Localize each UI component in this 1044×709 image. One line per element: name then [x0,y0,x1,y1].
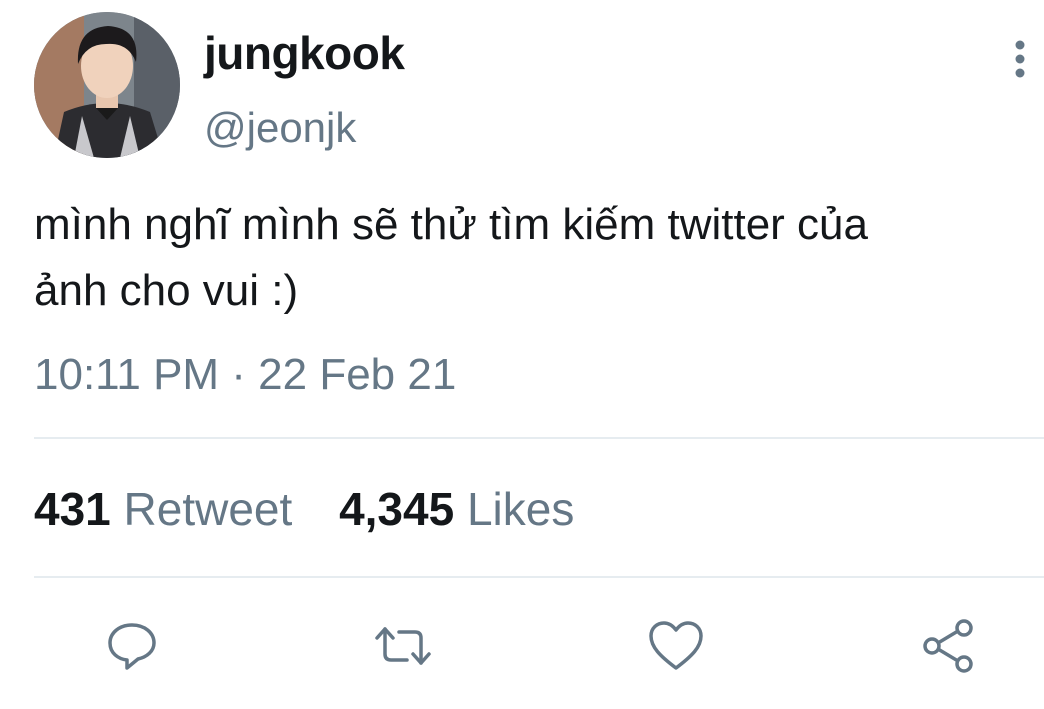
more-options-button[interactable] [1000,38,1040,80]
reply-icon [108,623,156,670]
avatar[interactable] [34,12,180,158]
more-vertical-icon [1015,40,1025,78]
author-handle[interactable]: @jeonjk [204,104,356,152]
tweet-timestamp[interactable]: 10:11 PM · 22 Feb 21 [34,350,456,400]
retweet-count: 431 [34,483,111,535]
tweet-text: mình nghĩ mình sẽ thử tìm kiếm twitter c… [34,192,1024,324]
share-icon [923,619,973,673]
share-button[interactable] [916,614,980,678]
like-button[interactable] [644,614,708,678]
retweet-icon [375,627,431,665]
divider [34,576,1044,578]
profile-photo-image [34,12,180,158]
likes-count: 4,345 [339,483,455,535]
retweet-count-link[interactable]: 431 Retweet [34,482,292,536]
author-display-name[interactable]: jungkook [204,26,405,80]
likes-label: Likes [466,483,575,535]
retweet-button[interactable] [371,614,435,678]
tweet-text-line: ảnh cho vui :) [34,266,299,315]
retweet-label: Retweet [123,483,293,535]
heart-icon [649,621,703,670]
tweet-stats: 431 Retweet 4,345 Likes [34,482,574,536]
divider [34,437,1044,439]
likes-count-link[interactable]: 4,345 Likes [339,482,574,536]
reply-button[interactable] [100,614,164,678]
tweet-text-line: mình nghĩ mình sẽ thử tìm kiếm twitter c… [34,200,868,249]
